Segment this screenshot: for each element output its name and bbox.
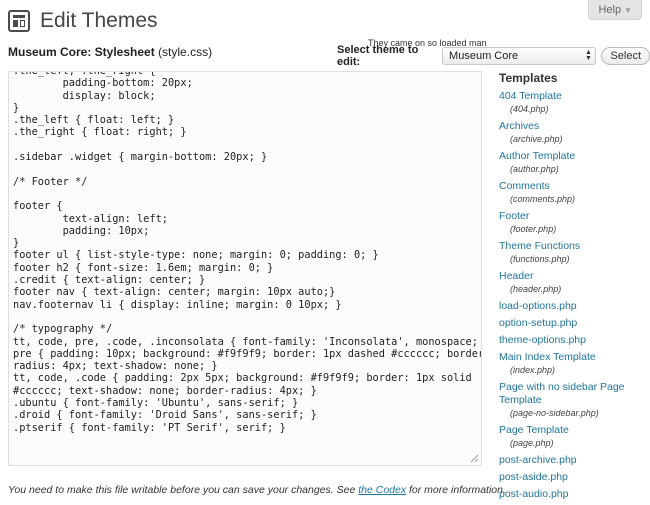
template-link[interactable]: Page with no sidebar Page Template (499, 381, 649, 407)
notice-text-before: You need to make this file writable befo… (8, 484, 359, 496)
template-item[interactable]: Page with no sidebar Page Template (page-… (499, 381, 649, 420)
template-item[interactable]: Footer (footer.php) (499, 210, 649, 236)
template-item[interactable]: Theme Functions (functions.php) (499, 240, 649, 266)
code-editor[interactable]: .the_left, .the_right { padding-bottom: … (8, 71, 482, 466)
theme-select-value: Museum Core (449, 50, 519, 62)
template-link[interactable]: post-archive.php (499, 454, 649, 467)
template-item[interactable]: Page Template (page.php) (499, 424, 649, 450)
template-item[interactable]: post-archive.php (499, 454, 649, 467)
template-link[interactable]: Theme Functions (499, 240, 649, 253)
template-item[interactable]: post-aside.php (499, 471, 649, 484)
template-link[interactable]: Header (499, 270, 649, 283)
template-item[interactable]: Author Template (author.php) (499, 150, 649, 176)
template-link[interactable]: Author Template (499, 150, 649, 163)
template-link[interactable]: option-setup.php (499, 317, 649, 330)
template-file: (archive.php) (510, 134, 563, 144)
notice-text-after: for more information. (406, 484, 506, 496)
theme-select-dropdown[interactable]: Museum Core ▲ ▼ (442, 47, 597, 65)
template-link[interactable]: post-aside.php (499, 471, 649, 484)
template-file: (page.php) (510, 438, 554, 448)
template-item[interactable]: 404 Template (404.php) (499, 90, 649, 116)
template-item[interactable]: post-audio.php (499, 488, 649, 501)
template-link[interactable]: 404 Template (499, 90, 649, 103)
code-editor-content[interactable]: .the_left, .the_right { padding-bottom: … (9, 72, 481, 434)
file-name: (style.css) (158, 45, 213, 59)
template-link[interactable]: Archives (499, 120, 649, 133)
template-link[interactable]: load-options.php (499, 300, 649, 313)
template-link[interactable]: Footer (499, 210, 649, 223)
template-item[interactable]: theme-options.php (499, 334, 649, 347)
caret-down-icon: ▼ (624, 6, 632, 15)
file-theme-name: Museum Core: Stylesheet (8, 45, 155, 59)
template-link[interactable]: theme-options.php (499, 334, 649, 347)
template-item[interactable]: Comments (comments.php) (499, 180, 649, 206)
template-item[interactable]: Archives (archive.php) (499, 120, 649, 146)
template-item[interactable]: Header (header.php) (499, 270, 649, 296)
resize-grip-icon[interactable] (469, 453, 479, 463)
help-label: Help (598, 4, 622, 16)
page-title: Edit Themes (40, 9, 158, 32)
template-file: (404.php) (510, 104, 549, 114)
select-theme-button[interactable]: Select (601, 47, 650, 65)
template-link[interactable]: Main Index Template (499, 351, 649, 364)
template-link[interactable]: Comments (499, 180, 649, 193)
template-file: (footer.php) (510, 224, 557, 234)
codex-link[interactable]: the Codex (358, 484, 406, 496)
templates-heading: Templates (499, 71, 558, 85)
template-item[interactable]: option-setup.php (499, 317, 649, 330)
file-title: Museum Core: Stylesheet (style.css) (8, 45, 212, 59)
help-tab[interactable]: Help ▼ (588, 0, 642, 20)
template-item[interactable]: Main Index Template (index.php) (499, 351, 649, 377)
writable-notice: You need to make this file writable befo… (8, 484, 506, 496)
appearance-icon (8, 10, 30, 32)
template-item[interactable]: load-options.php (499, 300, 649, 313)
select-arrows-icon: ▲ ▼ (584, 49, 592, 62)
templates-sidebar: Templates 404 Template (404.php) Archives… (499, 71, 649, 505)
theme-select-form: Select theme to edit: Museum Core ▲ ▼ Sel… (337, 44, 650, 68)
template-file: (functions.php) (510, 254, 570, 264)
template-link[interactable]: Page Template (499, 424, 649, 437)
template-file: (header.php) (510, 284, 562, 294)
template-file: (index.php) (510, 365, 556, 375)
template-file: (comments.php) (510, 194, 576, 204)
template-link[interactable]: post-audio.php (499, 488, 649, 501)
template-file: (author.php) (510, 164, 559, 174)
template-list: 404 Template (404.php) Archives (archive.p… (499, 90, 649, 501)
page-header: Edit Themes (8, 6, 158, 36)
template-file: (page-no-sidebar.php) (510, 408, 599, 418)
theme-select-label: Select theme to edit: (337, 44, 419, 68)
